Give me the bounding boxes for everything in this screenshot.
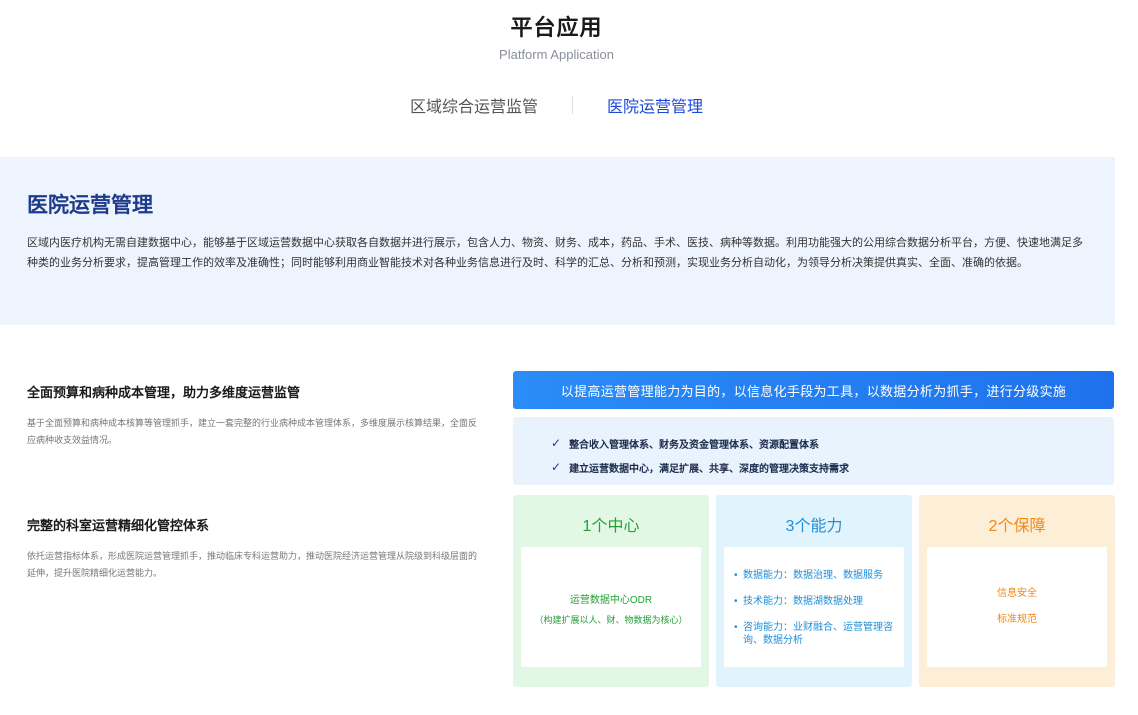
center-main-label: 运营数据中心ODR [569,595,653,606]
intro-panel: 医院运营管理 区域内医疗机构无需自建数据中心，能够基于区域运营数据中心获取各自数… [0,157,1115,325]
feature-title: 完整的科室运营精细化管控体系 [27,518,210,533]
card-two-guarantees: 2个保障 信息安全 标准规范 [919,495,1115,687]
card-title: 1个中心 [582,518,640,535]
card-title: 2个保障 [988,518,1046,535]
card-body: 运营数据中心ODR （构建扩展以人、财、物数据为核心） [521,547,701,667]
bullet-icon: • [734,622,738,633]
checklist-panel: ✓ 整合收入管理体系、财务及资金管理体系、资源配置体系 ✓ 建立运营数据中心，满… [513,417,1114,485]
tab-bar: 区域综合运营监管 医院运营管理 [0,93,1113,117]
feature-budget: 全面预算和病种成本管理，助力多维度运营监管 基于全面预算和病种成本核算等管理抓手… [27,382,482,449]
guarantee-item: 标准规范 [997,614,1037,625]
page-title: 平台应用 [510,15,603,40]
checklist-text: 建立运营数据中心，满足扩展、共享、深度的管理决策支持需求 [569,463,850,475]
guarantee-item: 信息安全 [997,588,1037,599]
check-icon: ✓ [551,436,562,450]
card-one-center: 1个中心 运营数据中心ODR （构建扩展以人、财、物数据为核心） [513,495,709,687]
card-body: 信息安全 标准规范 [927,547,1107,667]
ability-item: • 咨询能力：业财融合、运营管理咨询、数据分析 [734,621,902,647]
card-three-abilities: 3个能力 • 数据能力：数据治理、数据服务 • 技术能力：数据湖数据处理 • 咨… [716,495,912,687]
bullet-icon: • [734,596,738,607]
checklist-text: 整合收入管理体系、财务及资金管理体系、资源配置体系 [569,439,820,451]
page-subtitle: Platform Application [499,47,614,62]
intro-text: 区域内医疗机构无需自建数据中心，能够基于区域运营数据中心获取各自数据并进行展示，… [27,237,1083,269]
feature-desc: 依托运营指标体系，形成医院运营管理抓手，推动临床专科运营助力，推动医院经济运营管… [27,551,478,578]
tab-regional-operations[interactable]: 区域综合运营监管 [410,93,538,117]
strategy-banner: 以提高运营管理能力为目的，以信息化手段为工具，以数据分析为抓手，进行分级实施 [513,371,1114,409]
bullet-icon: • [734,570,738,581]
checklist-item: ✓ 建立运营数据中心，满足扩展、共享、深度的管理决策支持需求 [551,455,1114,479]
feature-desc: 基于全面预算和病种成本核算等管理抓手，建立一套完整的行业病种成本管理体系，多维度… [27,418,478,445]
check-icon: ✓ [551,460,562,474]
center-sub-label: （构建扩展以人、财、物数据为核心） [534,615,688,625]
ability-text: 技术能力：数据湖数据处理 [743,596,863,607]
intro-title: 医院运营管理 [27,194,153,217]
checklist-item: ✓ 整合收入管理体系、财务及资金管理体系、资源配置体系 [551,431,1114,455]
ability-text: 数据能力：数据治理、数据服务 [743,570,883,581]
ability-item: • 技术能力：数据湖数据处理 [734,595,902,608]
tab-divider [572,96,573,114]
feature-title: 全面预算和病种成本管理，助力多维度运营监管 [27,385,301,400]
ability-list: • 数据能力：数据治理、数据服务 • 技术能力：数据湖数据处理 • 咨询能力：业… [734,569,902,660]
ability-item: • 数据能力：数据治理、数据服务 [734,569,902,582]
feature-department: 完整的科室运营精细化管控体系 依托运营指标体系，形成医院运营管理抓手，推动临床专… [27,515,482,582]
ability-text: 咨询能力：业财融合、运营管理咨询、数据分析 [743,622,893,646]
tab-hospital-operations[interactable]: 医院运营管理 [607,93,703,117]
card-title: 3个能力 [785,518,843,535]
card-body: • 数据能力：数据治理、数据服务 • 技术能力：数据湖数据处理 • 咨询能力：业… [724,547,904,667]
